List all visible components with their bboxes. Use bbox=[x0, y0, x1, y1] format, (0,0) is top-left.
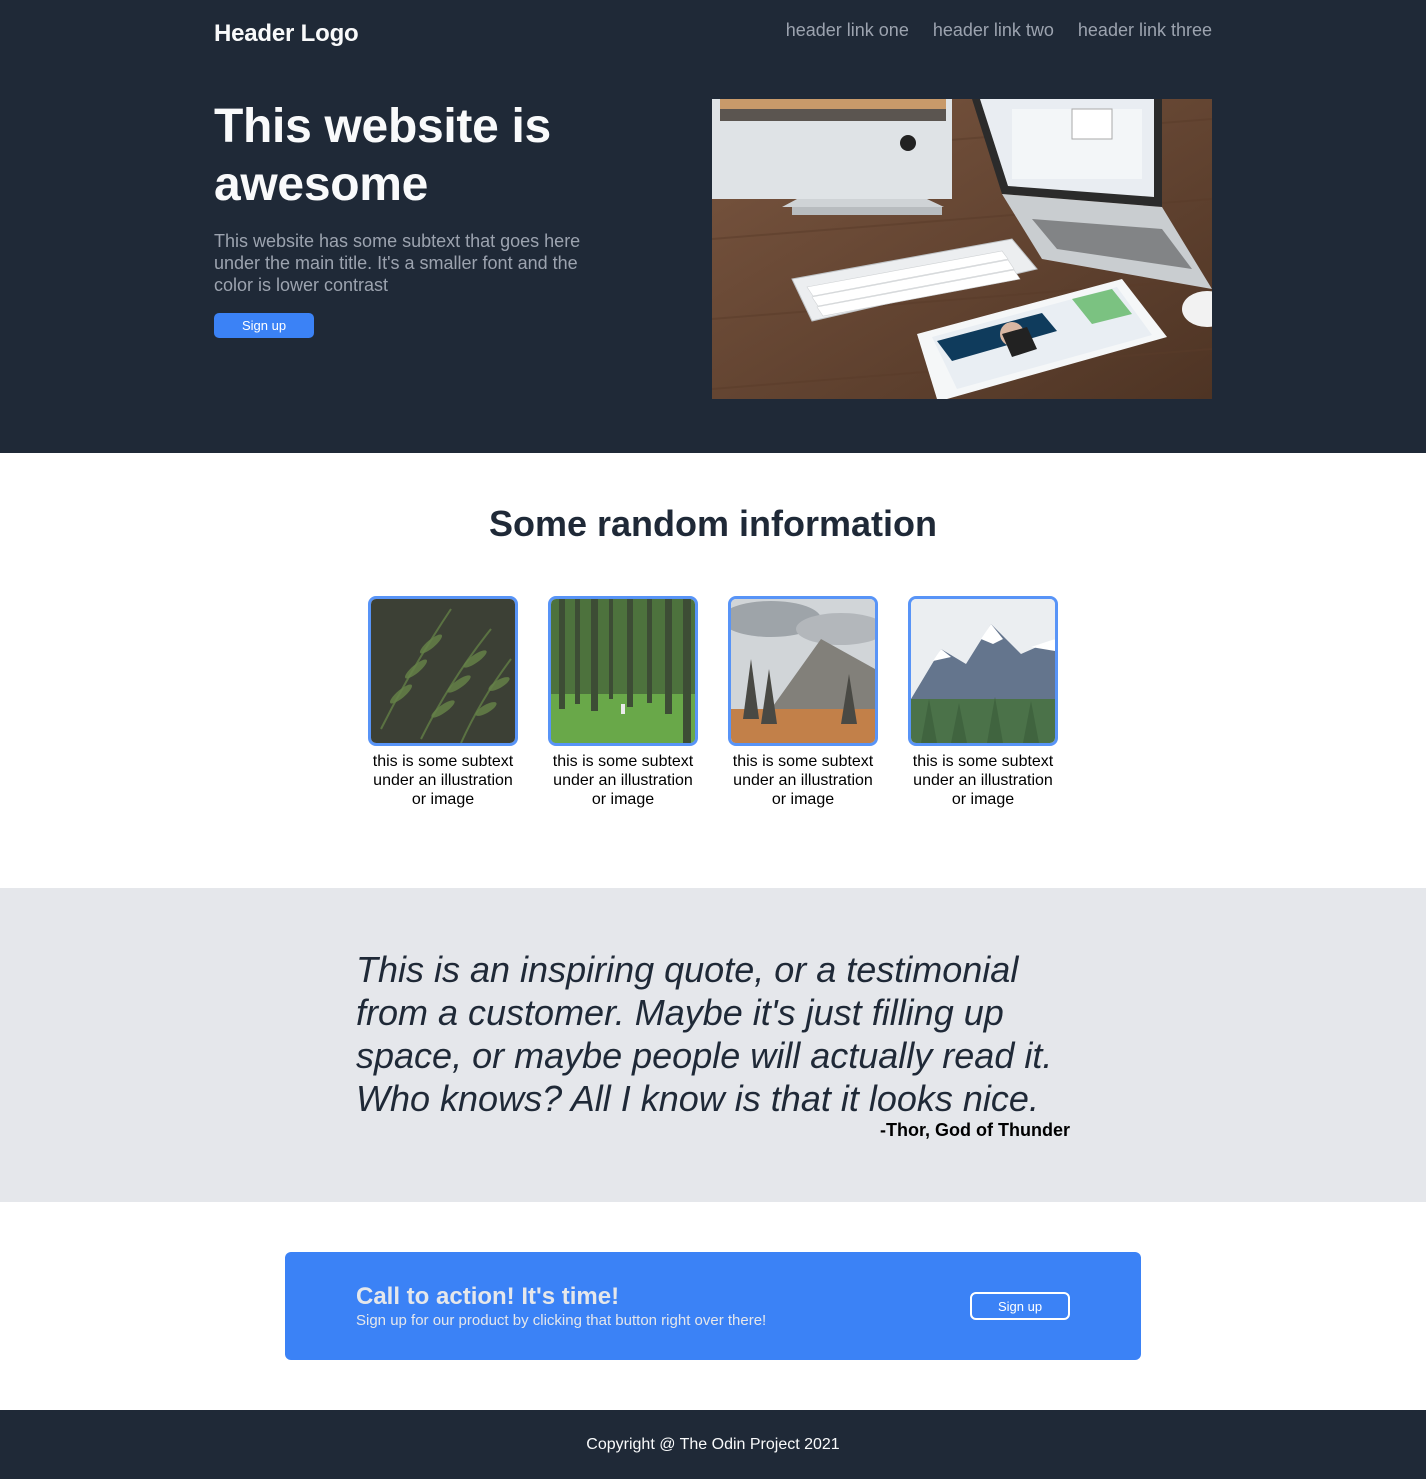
cta-title: Call to action! It's time! bbox=[356, 1283, 620, 1310]
footer: Copyright @ The Odin Project 2021 bbox=[0, 1410, 1426, 1479]
info-card: this is some subtext under an illustrati… bbox=[908, 596, 1058, 809]
header-links: header link one header link two header l… bbox=[786, 20, 1212, 41]
card-caption: this is some subtext under an illustrati… bbox=[912, 753, 1054, 808]
quote-author: -Thor, God of Thunder bbox=[880, 1120, 1070, 1140]
cta-box: Call to action! It's time! Sign up for o… bbox=[285, 1252, 1141, 1360]
hero-subtext: This website has some subtext that goes … bbox=[214, 231, 581, 295]
header-link-three[interactable]: header link three bbox=[1078, 20, 1212, 41]
hero-section: Header Logo header link one header link … bbox=[0, 0, 1426, 453]
header-logo[interactable]: Header Logo bbox=[214, 20, 359, 48]
info-card: this is some subtext under an illustrati… bbox=[548, 596, 698, 809]
cta-section: Call to action! It's time! Sign up for o… bbox=[0, 1202, 1426, 1410]
info-title: Some random information bbox=[488, 503, 938, 544]
cta-signup-button[interactable]: Sign up bbox=[970, 1292, 1070, 1320]
hero-text: This website is awesome This website has… bbox=[214, 98, 614, 338]
info-section: Some random information this is some sub… bbox=[0, 453, 1426, 888]
quote-text: This is an inspiring quote, or a testimo… bbox=[356, 949, 1053, 1119]
hero-signup-button[interactable]: Sign up bbox=[214, 313, 314, 338]
mountain-valley-image bbox=[728, 596, 878, 746]
header-nav: Header Logo header link one header link … bbox=[214, 0, 1212, 70]
header-link-two[interactable]: header link two bbox=[933, 20, 1054, 41]
info-cards: this is some subtext under an illustrati… bbox=[368, 596, 1058, 809]
info-card: this is some subtext under an illustrati… bbox=[368, 596, 518, 809]
info-card: this is some subtext under an illustrati… bbox=[728, 596, 878, 809]
card-caption: this is some subtext under an illustrati… bbox=[732, 753, 874, 808]
card-caption: this is some subtext under an illustrati… bbox=[552, 753, 694, 808]
snowy-mountain-image bbox=[908, 596, 1058, 746]
card-caption: this is some subtext under an illustrati… bbox=[372, 753, 514, 808]
quote-section: This is an inspiring quote, or a testimo… bbox=[0, 888, 1426, 1202]
header-link-one[interactable]: header link one bbox=[786, 20, 909, 41]
desk-with-computers-image bbox=[712, 99, 1212, 399]
cta-subtext: Sign up for our product by clicking that… bbox=[356, 1312, 767, 1329]
fern-leaves-image bbox=[368, 596, 518, 746]
footer-copyright: Copyright @ The Odin Project 2021 bbox=[586, 1435, 840, 1453]
green-forest-image bbox=[548, 596, 698, 746]
hero-title: This website is awesome bbox=[214, 100, 551, 211]
